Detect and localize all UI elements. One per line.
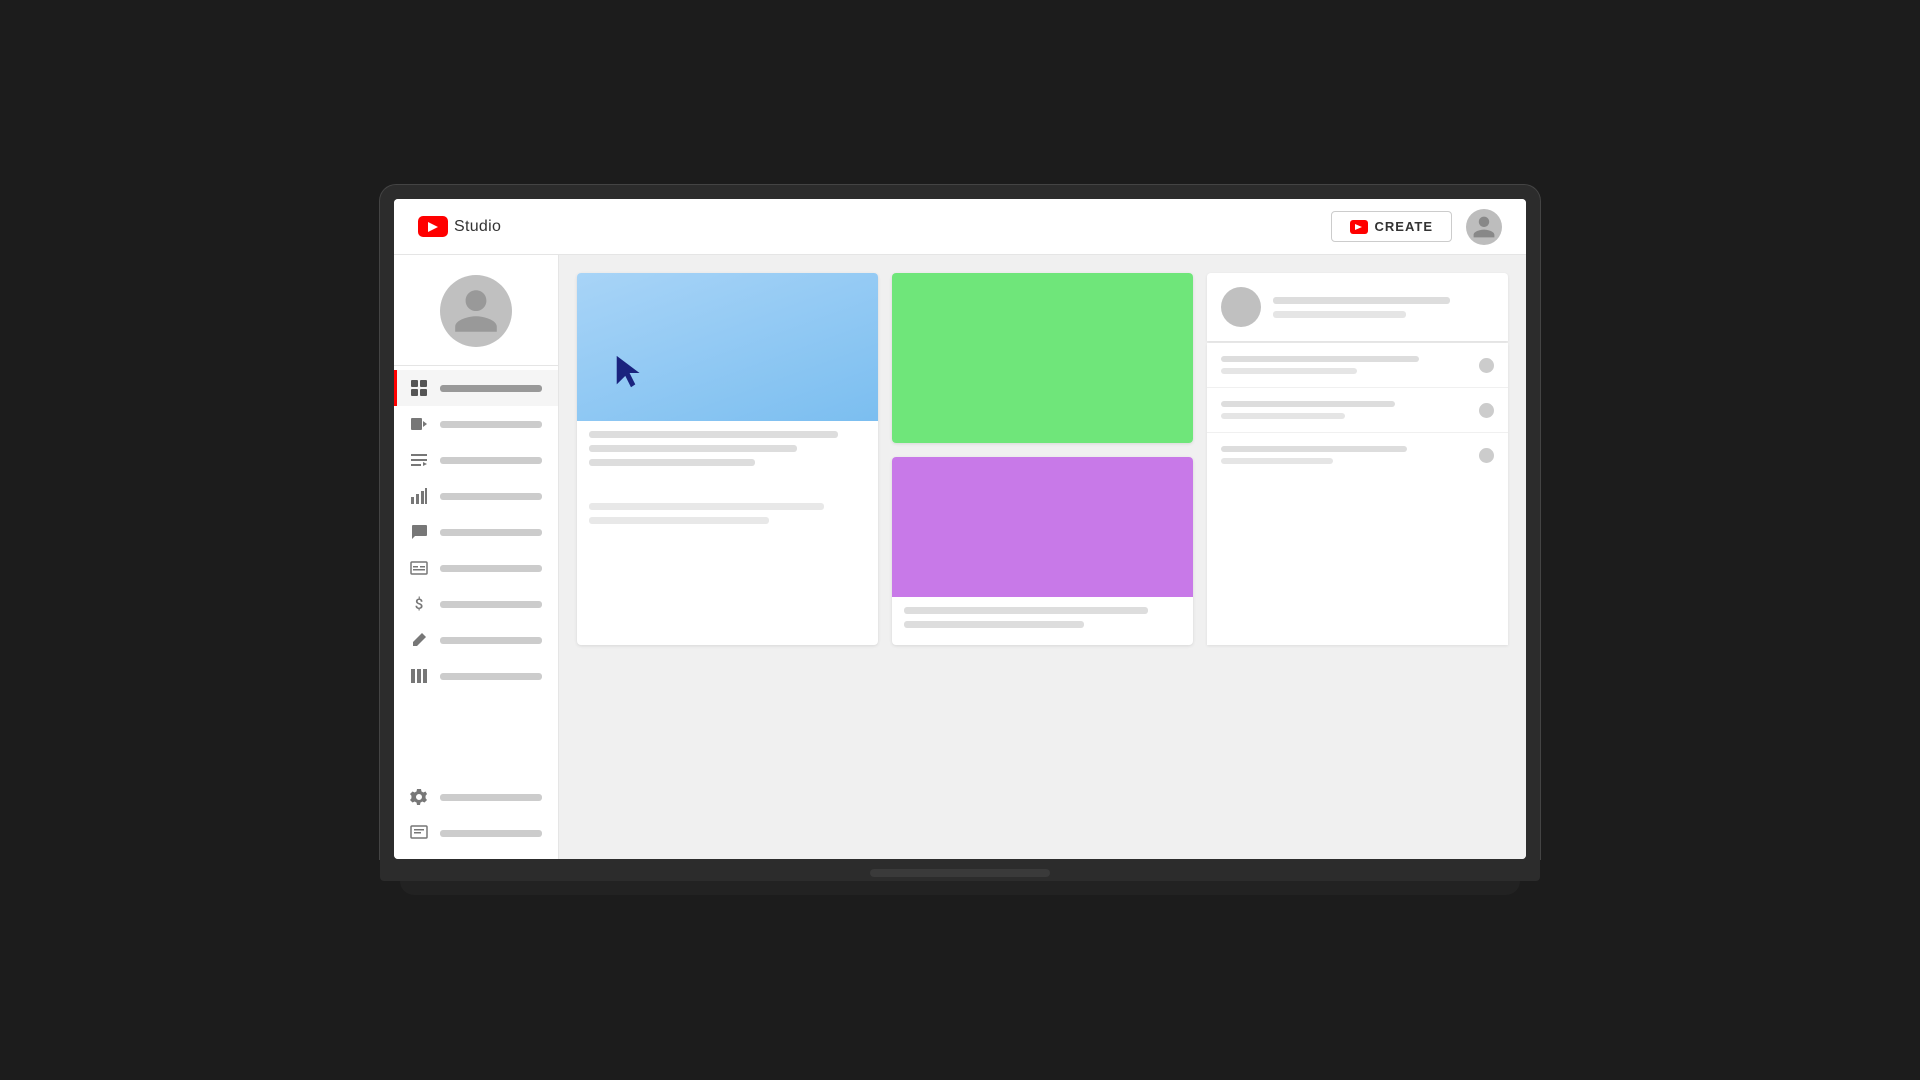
card-1[interactable] (577, 273, 878, 645)
card-1-thumbnail (577, 273, 878, 421)
right-column (1207, 273, 1508, 645)
logo[interactable]: Studio (418, 216, 501, 237)
list-card (1207, 343, 1508, 645)
user-avatar-section[interactable] (394, 263, 558, 365)
card-line (589, 445, 797, 452)
list-line (1221, 401, 1395, 407)
header: Studio CREATE (394, 199, 1526, 255)
card-line (589, 503, 824, 510)
sidebar-item-content[interactable] (394, 406, 558, 442)
sidebar-item-customization[interactable] (394, 622, 558, 658)
status-dot (1479, 403, 1494, 418)
youtube-icon (418, 216, 448, 237)
sidebar-item-label (440, 673, 542, 680)
comment-icon (410, 523, 428, 541)
sidebar-item-label (440, 457, 542, 464)
sidebar-item-label (440, 529, 542, 536)
video-icon (410, 415, 428, 433)
sidebar-item-label (440, 421, 542, 428)
channel-info-card[interactable] (1207, 273, 1508, 341)
sidebar-item-comments[interactable] (394, 514, 558, 550)
sidebar-item-label (440, 830, 542, 837)
sidebar-item-analytics[interactable] (394, 478, 558, 514)
list-item[interactable] (1207, 343, 1508, 388)
list-item[interactable] (1207, 388, 1508, 433)
create-label: CREATE (1375, 219, 1433, 234)
create-button[interactable]: CREATE (1331, 211, 1452, 242)
card-line (589, 517, 769, 524)
library-icon (410, 667, 428, 685)
grid-icon (410, 379, 428, 397)
card-line (904, 621, 1084, 628)
sidebar-item-label (440, 565, 542, 572)
feedback-icon (410, 824, 428, 842)
list-line (1221, 368, 1357, 374)
status-dot (1479, 448, 1494, 463)
list-line (1221, 458, 1333, 464)
sidebar-item-subtitles[interactable] (394, 550, 558, 586)
subtitles-icon (410, 559, 428, 577)
sidebar-item-playlists[interactable] (394, 442, 558, 478)
status-dot (1479, 358, 1494, 373)
cursor-icon (613, 353, 649, 393)
channel-sub-line (1273, 311, 1406, 318)
list-line (1221, 356, 1419, 362)
studio-label: Studio (454, 218, 501, 236)
list-icon (410, 451, 428, 469)
list-line (1221, 413, 1345, 419)
channel-avatar (1221, 287, 1261, 327)
sidebar-item-settings[interactable] (394, 779, 558, 815)
card-3[interactable] (892, 457, 1193, 645)
sidebar-item-label (440, 794, 542, 801)
sidebar-item-label (440, 601, 542, 608)
account-icon (1471, 214, 1497, 240)
sidebar-item-library[interactable] (394, 658, 558, 694)
card-line (589, 459, 755, 466)
create-video-icon (1350, 220, 1368, 234)
list-item[interactable] (1207, 433, 1508, 477)
avatar[interactable] (1466, 209, 1502, 245)
user-avatar (440, 275, 512, 347)
card-3-thumbnail (892, 457, 1193, 597)
card-2[interactable] (892, 273, 1193, 443)
gear-icon (410, 788, 428, 806)
edit-icon (410, 631, 428, 649)
list-line (1221, 446, 1407, 452)
dollar-icon: $ (410, 595, 428, 613)
sidebar-item-label (440, 385, 542, 392)
sidebar-item-label (440, 637, 542, 644)
card-line (904, 607, 1148, 614)
channel-name-line (1273, 297, 1450, 304)
analytics-icon (410, 487, 428, 505)
content-area (559, 255, 1526, 859)
sidebar: $ (394, 255, 559, 859)
card-line (589, 431, 838, 438)
sidebar-item-label (440, 493, 542, 500)
sidebar-item-feedback[interactable] (394, 815, 558, 851)
sidebar-item-monetization[interactable]: $ (394, 586, 558, 622)
card-2-thumbnail (892, 273, 1193, 443)
sidebar-item-dashboard[interactable] (394, 370, 558, 406)
